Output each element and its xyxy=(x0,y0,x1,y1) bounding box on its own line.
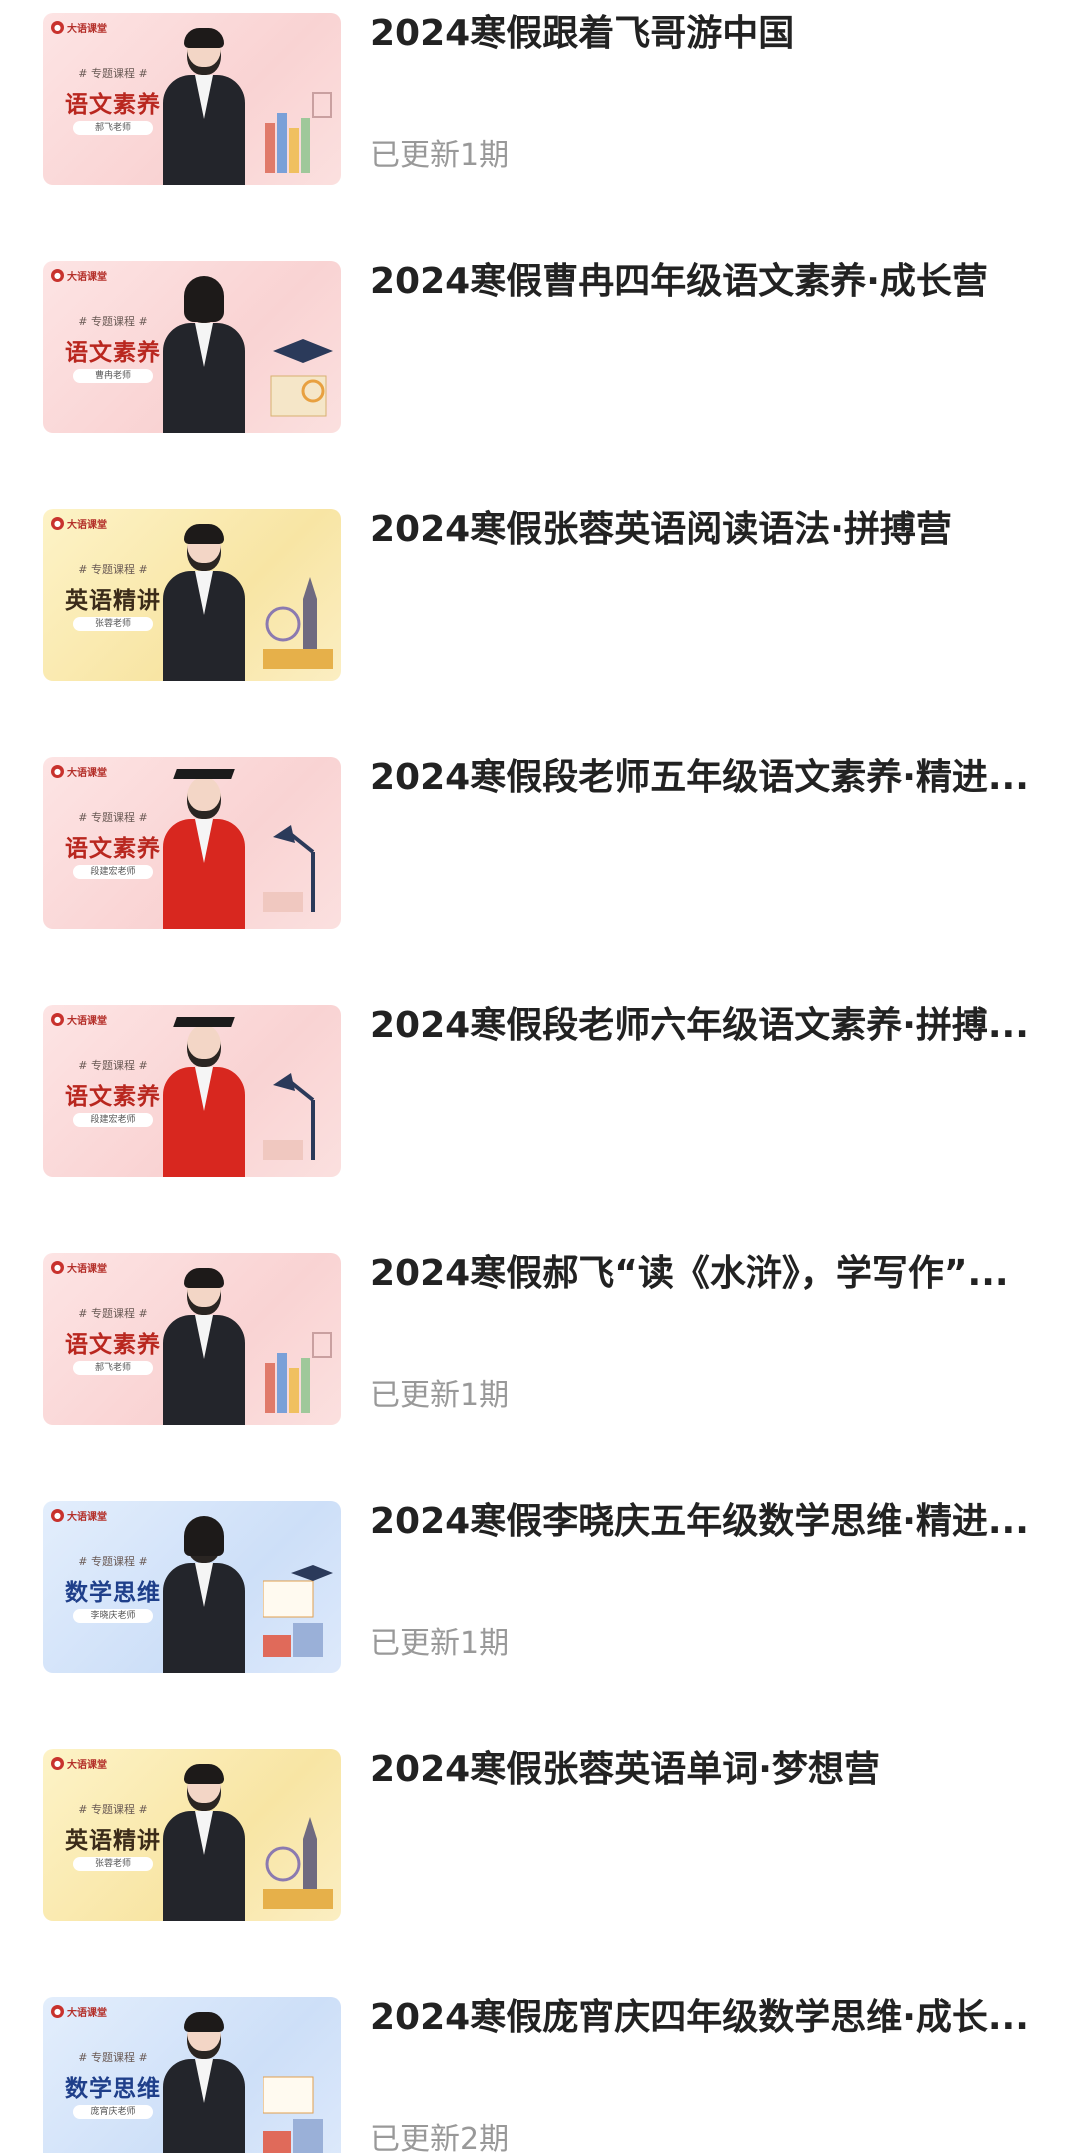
thumbnail-teacher: 李晓庆老师 xyxy=(73,1609,153,1623)
landmark-decoration-icon xyxy=(263,577,333,669)
course-thumbnail[interactable]: ● 大语课堂 # 专题课程 # 英语精讲 张蓉老师 xyxy=(43,1749,341,1921)
course-thumbnail[interactable]: ● 大语课堂 # 专题课程 # 英语精讲 张蓉老师 xyxy=(43,509,341,681)
course-item[interactable]: ● 大语课堂 # 专题课程 # 数学思维 李晓庆老师 2024寒假李晓庆五年级数学… xyxy=(0,1488,1080,1736)
update-status: 已更新1期 xyxy=(370,1626,510,1661)
course-item[interactable]: ● 大语课堂 # 专题课程 # 语文素养 段建宏老师 2024寒假段老师五年级语文… xyxy=(0,744,1080,992)
teacher-photo xyxy=(155,1513,253,1673)
update-status: 已更新1期 xyxy=(370,1378,510,1413)
course-list: ● 大语课堂 # 专题课程 # 语文素养 郝飞老师 2024寒假跟着飞哥游中国 已… xyxy=(0,0,1080,2153)
thumbnail-teacher: 张蓉老师 xyxy=(73,1857,153,1871)
teacher-photo xyxy=(155,769,253,929)
desk-lamp-decoration-icon xyxy=(263,825,315,912)
thumbnail-teacher: 庞宵庆老师 xyxy=(73,2105,153,2119)
course-thumbnail[interactable]: ● 大语课堂 # 专题课程 # 语文素养 段建宏老师 xyxy=(43,757,341,929)
thumbnail-teacher: 郝飞老师 xyxy=(73,121,153,135)
thumbnail-teacher: 段建宏老师 xyxy=(73,1113,153,1127)
math-decoration-icon xyxy=(263,1565,333,1657)
course-title[interactable]: 2024寒假庞宵庆四年级数学思维·成长... xyxy=(370,1990,1042,2046)
books-decoration-icon xyxy=(265,92,332,173)
update-status: 已更新1期 xyxy=(370,138,510,173)
brand-logo: ● 大语课堂 xyxy=(51,1012,107,1027)
course-item[interactable]: ● 大语课堂 # 专题课程 # 语文素养 段建宏老师 2024寒假段老师六年级语文… xyxy=(0,992,1080,1240)
thumbnail-teacher: 曹冉老师 xyxy=(73,369,153,383)
teacher-photo xyxy=(155,273,253,433)
course-title[interactable]: 2024寒假张蓉英语阅读语法·拼搏营 xyxy=(370,502,1042,558)
course-title[interactable]: 2024寒假李晓庆五年级数学思维·精进... xyxy=(370,1494,1042,1550)
course-thumbnail[interactable]: ● 大语课堂 # 专题课程 # 数学思维 庞宵庆老师 xyxy=(43,1997,341,2153)
course-title[interactable]: 2024寒假张蓉英语单词·梦想营 xyxy=(370,1742,1042,1798)
brand-logo: ● 大语课堂 xyxy=(51,20,107,35)
course-title[interactable]: 2024寒假段老师五年级语文素养·精进... xyxy=(370,750,1042,806)
course-item[interactable]: ● 大语课堂 # 专题课程 # 英语精讲 张蓉老师 2024寒假张蓉英语单词·梦想… xyxy=(0,1736,1080,1984)
brand-logo: ● 大语课堂 xyxy=(51,2004,107,2019)
brand-logo: ● 大语课堂 xyxy=(51,516,107,531)
books-decoration-icon xyxy=(265,1332,332,1413)
thumbnail-teacher: 张蓉老师 xyxy=(73,617,153,631)
course-item[interactable]: ● 大语课堂 # 专题课程 # 语文素养 郝飞老师 2024寒假郝飞“读《水浒》，… xyxy=(0,1240,1080,1488)
course-thumbnail[interactable]: ● 大语课堂 # 专题课程 # 数学思维 李晓庆老师 xyxy=(43,1501,341,1673)
math-decoration-icon xyxy=(263,2076,323,2153)
teacher-photo xyxy=(155,2009,253,2153)
brand-logo: ● 大语课堂 xyxy=(51,764,107,779)
landmark-decoration-icon xyxy=(263,1817,333,1909)
course-item[interactable]: ● 大语课堂 # 专题课程 # 英语精讲 张蓉老师 2024寒假张蓉英语阅读语法·… xyxy=(0,496,1080,744)
thumbnail-teacher: 段建宏老师 xyxy=(73,865,153,879)
course-item[interactable]: ● 大语课堂 # 专题课程 # 语文素养 郝飞老师 2024寒假跟着飞哥游中国 已… xyxy=(0,0,1080,248)
course-thumbnail[interactable]: ● 大语课堂 # 专题课程 # 语文素养 曹冉老师 xyxy=(43,261,341,433)
graduation-decoration-icon xyxy=(270,339,333,417)
update-status: 已更新2期 xyxy=(370,2122,510,2153)
thumbnail-teacher: 郝飞老师 xyxy=(73,1361,153,1375)
brand-logo: ● 大语课堂 xyxy=(51,1260,107,1275)
course-item[interactable]: ● 大语课堂 # 专题课程 # 语文素养 曹冉老师 2024寒假曹冉四年级语文素养… xyxy=(0,248,1080,496)
desk-lamp-decoration-icon xyxy=(263,1073,315,1160)
course-thumbnail[interactable]: ● 大语课堂 # 专题课程 # 语文素养 郝飞老师 xyxy=(43,1253,341,1425)
teacher-photo xyxy=(155,25,253,185)
course-item[interactable]: ● 大语课堂 # 专题课程 # 数学思维 庞宵庆老师 2024寒假庞宵庆四年级数学… xyxy=(0,1984,1080,2153)
course-title[interactable]: 2024寒假曹冉四年级语文素养·成长营 xyxy=(370,254,1042,310)
brand-logo: ● 大语课堂 xyxy=(51,1756,107,1771)
teacher-photo xyxy=(155,1761,253,1921)
course-title[interactable]: 2024寒假郝飞“读《水浒》，学写作”... xyxy=(370,1246,1042,1302)
brand-logo: ● 大语课堂 xyxy=(51,1508,107,1523)
teacher-photo xyxy=(155,1017,253,1177)
teacher-photo xyxy=(155,1265,253,1425)
course-thumbnail[interactable]: ● 大语课堂 # 专题课程 # 语文素养 郝飞老师 xyxy=(43,13,341,185)
course-title[interactable]: 2024寒假跟着飞哥游中国 xyxy=(370,6,1042,62)
brand-logo: ● 大语课堂 xyxy=(51,268,107,283)
course-thumbnail[interactable]: ● 大语课堂 # 专题课程 # 语文素养 段建宏老师 xyxy=(43,1005,341,1177)
teacher-photo xyxy=(155,521,253,681)
course-title[interactable]: 2024寒假段老师六年级语文素养·拼搏... xyxy=(370,998,1042,1054)
